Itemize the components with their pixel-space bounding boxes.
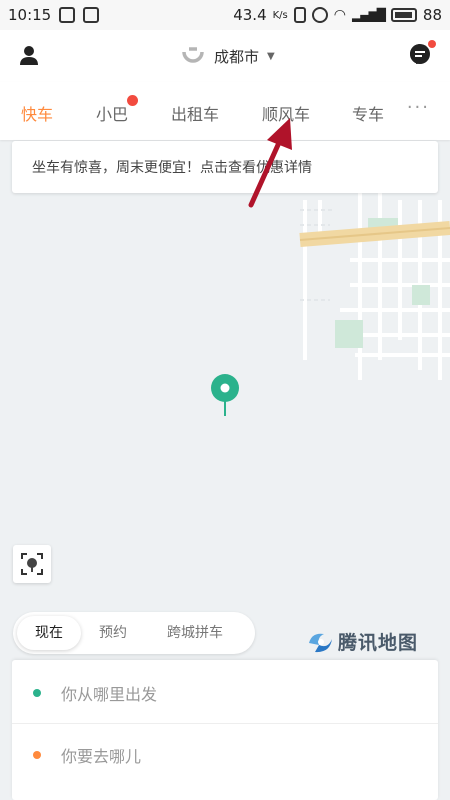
pickup-dot-icon bbox=[33, 688, 41, 697]
map-provider-logo: 腾讯地图 bbox=[306, 628, 418, 655]
destination-dot-icon bbox=[33, 751, 41, 759]
signal-icon: ▂▄▆█ bbox=[351, 8, 386, 22]
battery-icon bbox=[390, 8, 417, 22]
battery-level: 88 bbox=[422, 6, 442, 24]
promo-banner[interactable]: 坐车有惊喜，周末更便宜！点击查看优惠详情 bbox=[12, 141, 438, 193]
network-unit: K/s bbox=[272, 9, 288, 21]
tab-zhuanche[interactable]: 专车 bbox=[352, 101, 384, 125]
location-pin-icon bbox=[211, 374, 239, 416]
wifi-icon: ◠ bbox=[333, 7, 346, 23]
tab-xiaoba[interactable]: 小巴 bbox=[96, 95, 139, 125]
address-panel: 你从哪里出发 你要去哪儿 bbox=[12, 660, 438, 800]
vibrate-icon bbox=[293, 7, 306, 23]
more-icon[interactable]: ··· bbox=[407, 97, 430, 118]
city-name: 成都市 bbox=[214, 47, 260, 66]
locate-icon bbox=[21, 553, 43, 575]
destination-field[interactable]: 你要去哪儿 bbox=[12, 724, 438, 786]
destination-placeholder: 你要去哪儿 bbox=[61, 747, 142, 766]
service-tabs: 快车 小巴 出租车 顺风车 专车 ··· bbox=[0, 82, 450, 140]
user-icon[interactable] bbox=[18, 44, 40, 66]
app-header: 成都市 ▼ bbox=[0, 30, 450, 82]
time-selector: 现在 预约 跨城拼车 bbox=[13, 612, 255, 654]
fire-badge-icon bbox=[127, 95, 139, 106]
alarm-icon bbox=[311, 7, 328, 23]
didi-logo-icon bbox=[182, 47, 204, 63]
tencent-map-icon bbox=[309, 633, 332, 652]
tab-shunfengche[interactable]: 顺风车 bbox=[262, 101, 310, 125]
tab-taxi[interactable]: 出租车 bbox=[171, 101, 219, 125]
pickup-field[interactable]: 你从哪里出发 bbox=[12, 662, 438, 724]
map-provider-name: 腾讯地图 bbox=[338, 632, 419, 654]
pickup-placeholder: 你从哪里出发 bbox=[61, 684, 158, 704]
network-speed: 43.4 bbox=[233, 6, 267, 24]
tab-xiaoba-label: 小巴 bbox=[96, 105, 129, 124]
message-badge bbox=[428, 40, 436, 48]
status-time: 10:15 bbox=[8, 6, 52, 24]
locate-button[interactable] bbox=[13, 545, 51, 583]
image-notification-icon bbox=[83, 7, 100, 23]
notification-icon bbox=[59, 7, 76, 23]
city-selector[interactable]: 成都市 ▼ bbox=[180, 43, 275, 69]
tab-kuaiche[interactable]: 快车 bbox=[21, 101, 53, 125]
time-option-now[interactable]: 现在 bbox=[17, 616, 81, 650]
status-bar: 10:15 43.4 K/s ◠ ▂▄▆█ 88 bbox=[0, 0, 450, 30]
chevron-down-icon: ▼ bbox=[267, 50, 275, 62]
time-option-intercity[interactable]: 跨城拼车 bbox=[145, 616, 245, 650]
time-option-reserve[interactable]: 预约 bbox=[81, 616, 145, 650]
promo-text: 坐车有惊喜，周末更便宜！点击查看优惠详情 bbox=[32, 160, 312, 176]
